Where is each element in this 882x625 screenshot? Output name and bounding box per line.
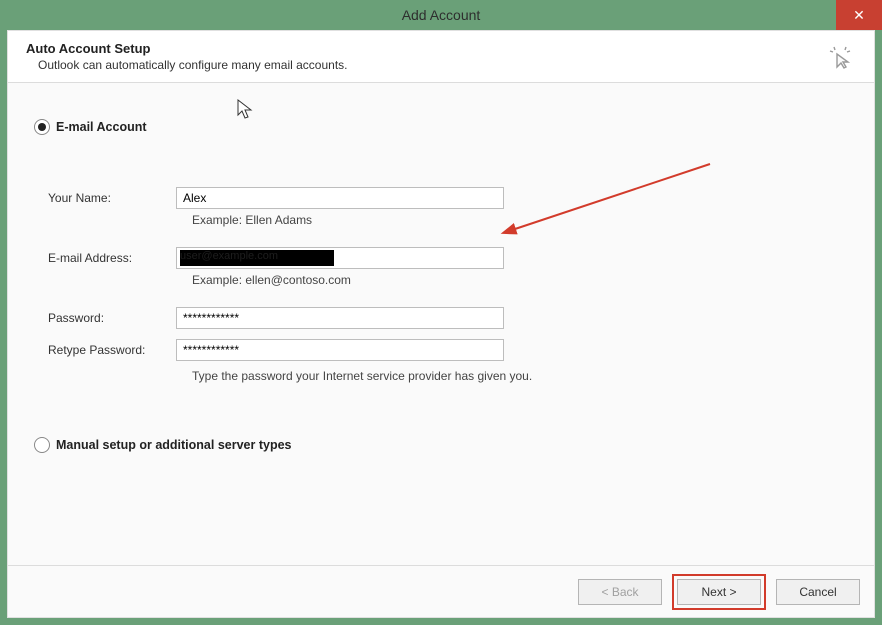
email-input-redacted: user@example.com <box>180 250 334 266</box>
cursor-decorative-icon <box>828 45 852 69</box>
close-icon: ✕ <box>853 7 865 24</box>
email-input-wrap[interactable]: user@example.com <box>176 247 504 269</box>
header-title: Auto Account Setup <box>26 41 348 56</box>
retype-password-input[interactable] <box>176 339 504 361</box>
header-subtitle: Outlook can automatically configure many… <box>26 58 348 72</box>
next-button-highlight: Next > <box>672 574 766 610</box>
your-name-example: Example: Ellen Adams <box>192 213 850 227</box>
dialog-window: Auto Account Setup Outlook can automatic… <box>7 30 875 618</box>
next-button[interactable]: Next > <box>677 579 761 605</box>
close-button[interactable]: ✕ <box>836 0 882 30</box>
window-title: Add Account <box>402 7 481 23</box>
dialog-footer: < Back Next > Cancel <box>8 565 874 617</box>
cancel-button[interactable]: Cancel <box>776 579 860 605</box>
password-label: Password: <box>48 311 176 325</box>
email-example: Example: ellen@contoso.com <box>192 273 850 287</box>
your-name-input[interactable] <box>176 187 504 209</box>
password-hint: Type the password your Internet service … <box>192 369 850 383</box>
header-panel: Auto Account Setup Outlook can automatic… <box>8 31 874 83</box>
your-name-label: Your Name: <box>48 191 176 205</box>
radio-manual-setup[interactable] <box>34 437 50 453</box>
retype-password-label: Retype Password: <box>48 343 176 357</box>
email-label: E-mail Address: <box>48 251 176 265</box>
password-input[interactable] <box>176 307 504 329</box>
radio-email-account[interactable] <box>34 119 50 135</box>
radio-email-account-label: E-mail Account <box>56 120 147 134</box>
radio-manual-setup-label: Manual setup or additional server types <box>56 438 291 452</box>
back-button: < Back <box>578 579 662 605</box>
